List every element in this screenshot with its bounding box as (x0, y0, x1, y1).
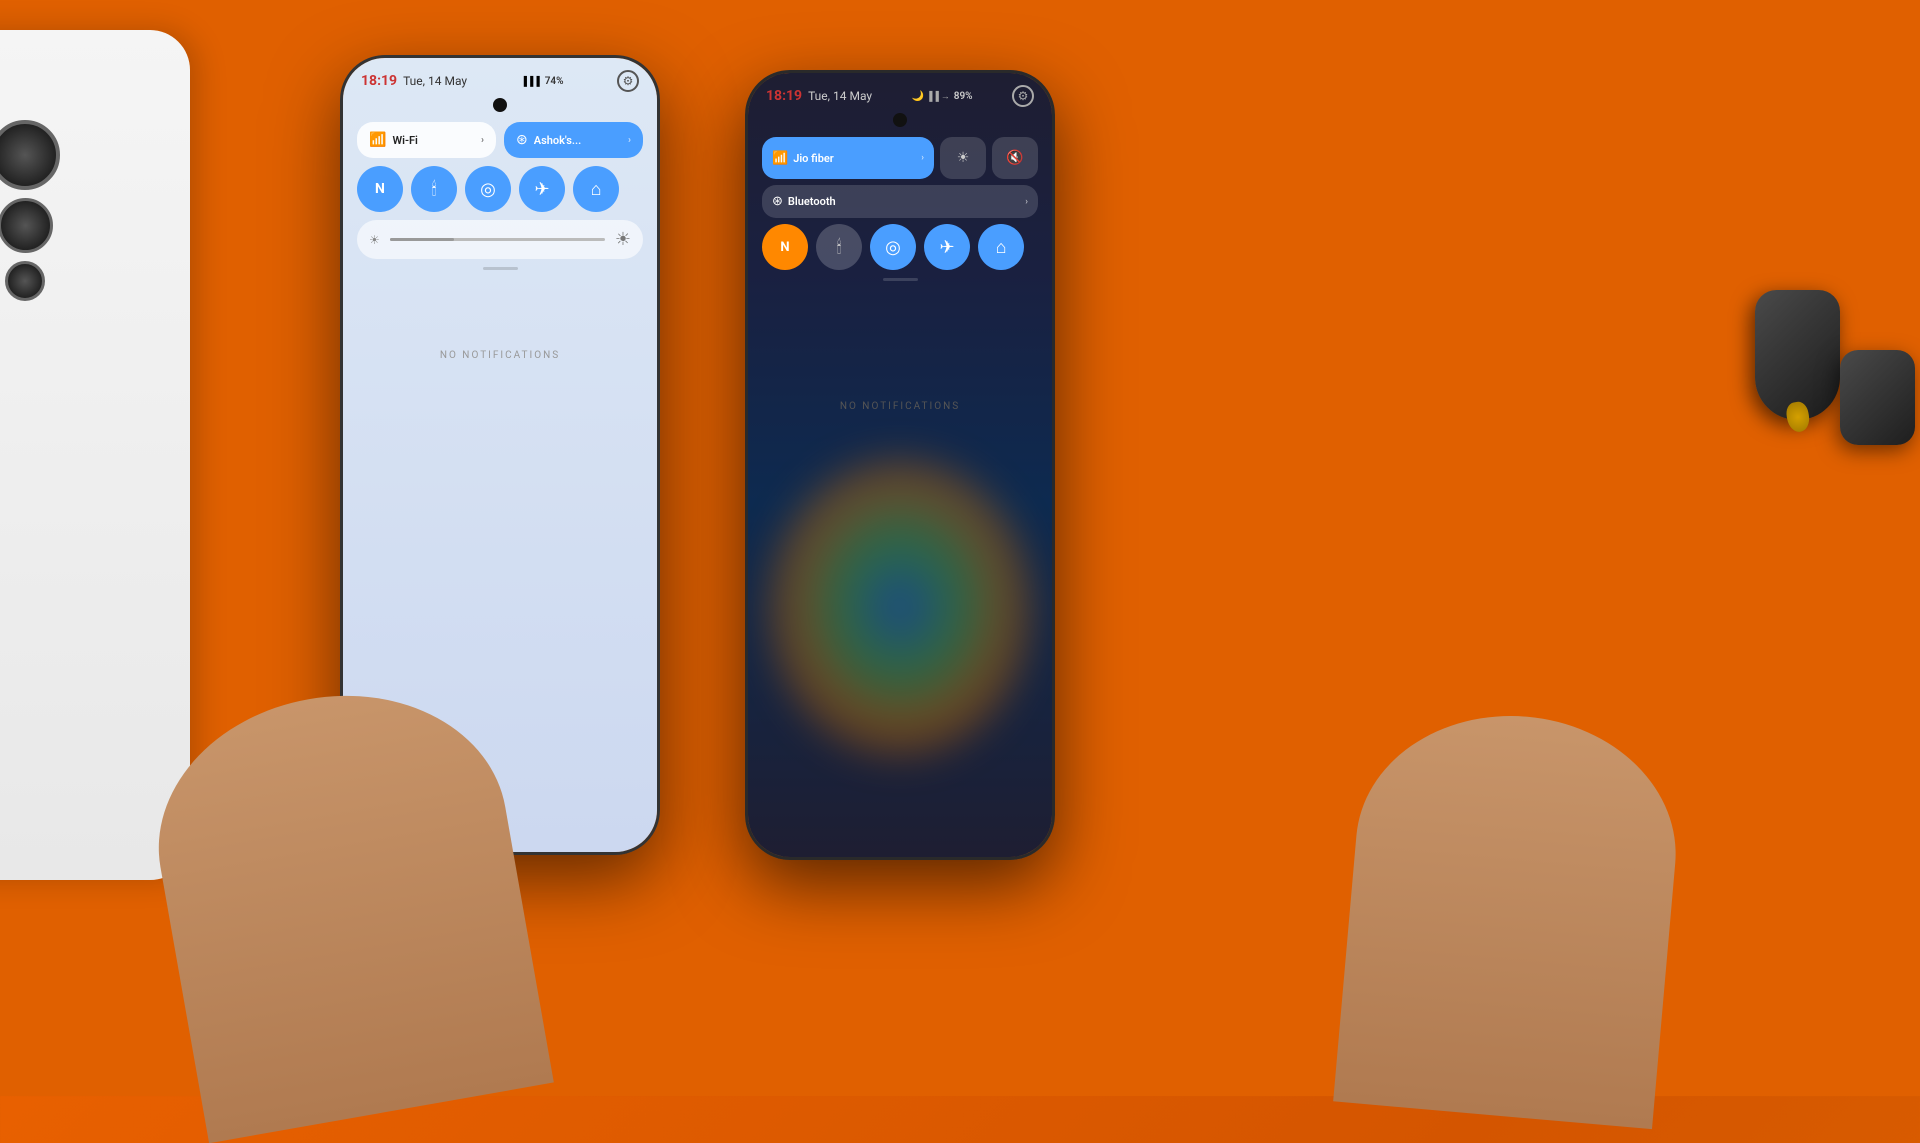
left-scroll-indicator (483, 267, 518, 270)
mute-icon: 🔇 (1006, 150, 1023, 166)
right-time: 18:19 (766, 88, 802, 104)
left-wifi-label: Wi-Fi (392, 134, 417, 147)
earbud-case (1840, 350, 1915, 445)
right-qs-row1: 📶 Jio fiber › ☀ 🔇 (762, 137, 1038, 179)
right-status-bar: 18:19 Tue, 14 May 🌙 ▐▐ → 89% ⚙ (748, 73, 1052, 113)
brightness-slider[interactable] (390, 238, 605, 241)
left-bluetooth-label: Ashok's... (534, 134, 582, 147)
right-date: Tue, 14 May (808, 89, 872, 103)
white-phone-partial (0, 30, 190, 880)
left-camera-notch (493, 98, 507, 112)
left-status-icons: ▐▐▐ 74% (521, 76, 564, 87)
moon-icon: 🌙 (912, 91, 924, 102)
location-right-icon: ◎ (885, 237, 901, 258)
signal-icon: ▐▐▐ (521, 76, 540, 87)
left-bluetooth-button[interactable]: ⊛ Ashok's... › (504, 122, 643, 158)
right-icon-torch[interactable]: 🕯 (816, 224, 862, 270)
right-qs-row2: ⊛ Bluetooth › (762, 185, 1038, 218)
left-no-notifications: NO NOTIFICATIONS (357, 350, 643, 361)
right-camera-notch (893, 113, 907, 127)
home-right-icon: ⌂ (996, 237, 1007, 258)
battery-right-pct: 89% (954, 91, 973, 102)
right-icon-nfc[interactable]: N (762, 224, 808, 270)
bt-right-chevron-icon: › (1025, 197, 1028, 207)
right-mute-btn[interactable]: 🔇 (992, 137, 1038, 179)
battery-pct: 74% (545, 76, 564, 87)
right-bluetooth-button[interactable]: ⊛ Bluetooth › (762, 185, 1038, 218)
torch-icon: 🕯 (431, 179, 436, 200)
left-quick-settings: 📶 Wi-Fi › ⊛ Ashok's... › N (343, 118, 657, 365)
sun-icon: ☀ (957, 150, 970, 166)
left-icon-nfc[interactable]: N (357, 166, 403, 212)
camera-lens-tele (5, 261, 45, 301)
arrow-icon: → (941, 91, 950, 102)
wifi-right-chevron-icon: › (921, 153, 924, 163)
right-wifi-button[interactable]: 📶 Jio fiber › (762, 137, 934, 179)
wifi-chevron-icon: › (481, 135, 484, 146)
main-container: 18:19 Tue, 14 May ▐▐▐ 74% ⚙ (0, 0, 1920, 1096)
right-icon-location[interactable]: ◎ (870, 224, 916, 270)
camera-lens-wide (0, 198, 53, 253)
brightness-high-icon: ☀ (615, 229, 631, 250)
right-no-notifications: NO NOTIFICATIONS (762, 401, 1038, 412)
left-brightness-row: ☀ ☀ (357, 220, 643, 259)
right-phone-screen: 18:19 Tue, 14 May 🌙 ▐▐ → 89% ⚙ (748, 73, 1052, 857)
left-time-date: 18:19 Tue, 14 May (361, 73, 467, 89)
signal-right-icon: ▐▐ (926, 91, 939, 102)
right-time-date: 18:19 Tue, 14 May (766, 88, 872, 104)
right-status-icons: 🌙 ▐▐ → 89% (912, 91, 973, 102)
left-icon-grid: N 🕯 ◎ ✈ ⌂ (357, 166, 643, 212)
right-settings-button[interactable]: ⚙ (1012, 85, 1034, 107)
right-icon-airplane[interactable]: ✈ (924, 224, 970, 270)
left-icon-torch[interactable]: 🕯 (411, 166, 457, 212)
camera-module (0, 120, 60, 301)
left-settings-button[interactable]: ⚙ (617, 70, 639, 92)
left-icon-home[interactable]: ⌂ (573, 166, 619, 212)
camera-lens-main (0, 120, 60, 190)
location-icon: ◎ (480, 179, 496, 200)
brightness-low-icon: ☀ (369, 233, 380, 247)
left-date: Tue, 14 May (403, 74, 467, 88)
left-time: 18:19 (361, 73, 397, 89)
right-phone-body: 18:19 Tue, 14 May 🌙 ▐▐ → 89% ⚙ (745, 70, 1055, 860)
left-qs-top-row: 📶 Wi-Fi › ⊛ Ashok's... › (357, 122, 643, 158)
right-icon-grid: N 🕯 ◎ ✈ ⌂ (762, 224, 1038, 270)
left-icon-airplane[interactable]: ✈ (519, 166, 565, 212)
earbud-main (1755, 290, 1840, 420)
home-icon: ⌂ (591, 179, 602, 200)
left-status-bar: 18:19 Tue, 14 May ▐▐▐ 74% ⚙ (343, 58, 657, 98)
wifi-right-icon: 📶 (772, 151, 788, 166)
left-icon-location[interactable]: ◎ (465, 166, 511, 212)
airplane-right-icon: ✈ (939, 237, 954, 258)
bt-chevron-icon: › (628, 135, 631, 146)
glow-background (768, 457, 1032, 757)
nfc-right-icon: N (780, 240, 789, 255)
left-wifi-button[interactable]: 📶 Wi-Fi › (357, 122, 496, 158)
torch-right-icon: 🕯 (836, 237, 841, 258)
right-icon-home[interactable]: ⌂ (978, 224, 1024, 270)
airplane-icon: ✈ (534, 179, 549, 200)
right-scroll-indicator (883, 278, 918, 281)
right-brightness-btn[interactable]: ☀ (940, 137, 986, 179)
right-quick-settings: 📶 Jio fiber › ☀ 🔇 (748, 133, 1052, 416)
wifi-icon: 📶 (369, 132, 386, 148)
right-phone: 18:19 Tue, 14 May 🌙 ▐▐ → 89% ⚙ (745, 70, 1055, 860)
nfc-icon: N (375, 181, 385, 197)
right-wifi-label: Jio fiber (793, 152, 834, 165)
right-bluetooth-label: Bluetooth (788, 195, 836, 208)
right-hand (1333, 703, 1687, 1129)
bluetooth-right-icon: ⊛ (772, 194, 783, 209)
bluetooth-icon: ⊛ (516, 132, 528, 148)
